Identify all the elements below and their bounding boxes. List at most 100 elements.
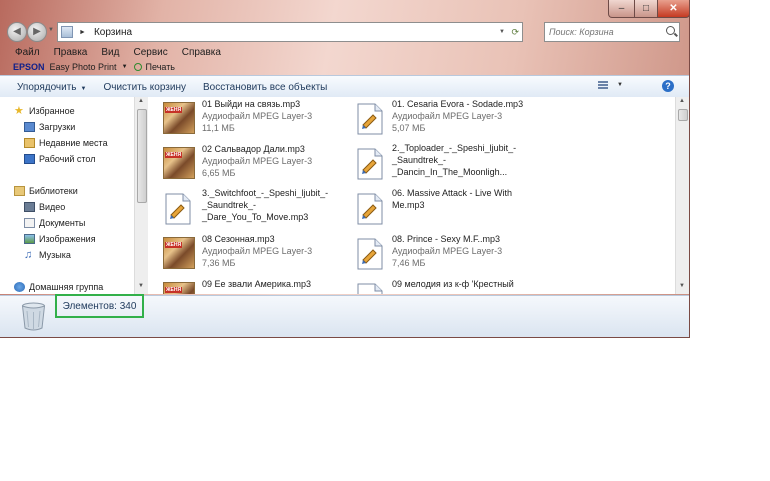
album-art-icon: ЖЕНЯ xyxy=(163,237,195,269)
scroll-down-icon[interactable]: ▼ xyxy=(679,283,685,289)
scrollbar-thumb[interactable] xyxy=(678,109,688,121)
file-name: 09 мелодия из к-ф 'Крестный xyxy=(392,279,514,289)
search-icon[interactable] xyxy=(666,26,675,35)
file-size: 6,65 МБ xyxy=(202,168,236,178)
sidebar-item-video[interactable]: Видео xyxy=(24,199,65,215)
file-name: 01. Cesaria Evora - Sodade.mp3 xyxy=(392,99,524,109)
menu-help[interactable]: Справка xyxy=(182,45,226,60)
file-name: 09 Ее звали Америка.mp3 xyxy=(202,279,311,289)
address-dropdown-icon[interactable]: ▼ xyxy=(499,29,505,35)
sidebar-item-label: Домашняя группа xyxy=(29,282,104,292)
forward-arrow-icon: ▶ xyxy=(33,26,41,37)
print-button[interactable]: Печать xyxy=(146,62,175,72)
audio-file-icon xyxy=(357,103,383,135)
easy-photo-print-button[interactable]: Easy Photo Print xyxy=(50,62,117,72)
sidebar-item-libraries[interactable]: Библиотеки xyxy=(14,183,78,199)
audio-file-icon xyxy=(357,148,383,180)
breadcrumb-recycle-bin[interactable]: Корзина xyxy=(94,27,132,38)
menu-file[interactable]: Файл xyxy=(15,45,45,60)
forward-button[interactable]: ▶ xyxy=(27,22,47,42)
search-box[interactable] xyxy=(544,22,680,42)
change-view-icon[interactable] xyxy=(598,81,608,91)
list-item[interactable]: ЖЕНЯ 01 Выйди на связь.mp3 Аудиофайл MPE… xyxy=(148,97,338,140)
sidebar-item-label: Избранное xyxy=(29,106,75,116)
video-library-icon xyxy=(24,202,35,212)
breadcrumb-separator-icon[interactable]: ► xyxy=(79,29,86,36)
sidebar-item-favorites[interactable]: ★ Избранное xyxy=(14,103,75,119)
pictures-library-icon xyxy=(24,234,35,244)
navigation-pane: ★ Избранное Загрузки Недавние места Рабо… xyxy=(0,97,134,294)
sidebar-item-music[interactable]: ♫ Музыка xyxy=(24,247,71,263)
sidebar-item-downloads[interactable]: Загрузки xyxy=(24,119,75,135)
list-item[interactable]: ЖЕНЯ 02 Сальвадор Дали.mp3 Аудиофайл MPE… xyxy=(148,142,338,185)
restore-all-button[interactable]: Восстановить все объекты xyxy=(203,82,327,93)
navigation-pane-scrollbar[interactable]: ▲ ▼ xyxy=(134,97,148,294)
sidebar-item-label: Загрузки xyxy=(39,122,76,132)
sidebar-item-label: Музыка xyxy=(39,250,71,260)
list-item[interactable]: ЖЕНЯ 08 Сезонная.mp3 Аудиофайл MPEG Laye… xyxy=(148,232,338,275)
views-dropdown-icon[interactable]: ▼ xyxy=(617,82,623,88)
file-type: Аудиофайл MPEG Layer-3 xyxy=(392,111,503,121)
scroll-up-icon[interactable]: ▲ xyxy=(679,98,685,104)
scroll-up-icon[interactable]: ▲ xyxy=(138,98,144,104)
file-list: ЖЕНЯ 01 Выйди на связь.mp3 Аудиофайл MPE… xyxy=(148,97,675,294)
list-item[interactable]: ЖЕНЯ 09 Ее звали Америка.mp3 xyxy=(148,277,338,294)
recycle-bin-small-icon xyxy=(61,26,73,38)
menu-edit[interactable]: Правка xyxy=(54,45,93,60)
sidebar-item-label: Недавние места xyxy=(39,138,108,148)
close-button[interactable]: ✕ xyxy=(657,0,689,18)
file-name: 06. Massive Attack - Live With Me.mp3 xyxy=(392,188,513,210)
menu-bar: Файл Правка Вид Сервис Справка xyxy=(0,45,689,60)
sidebar-item-recent-places[interactable]: Недавние места xyxy=(24,135,108,151)
star-icon: ★ xyxy=(14,105,24,117)
back-button[interactable]: ◀ xyxy=(7,22,27,42)
recent-pages-dropdown-icon[interactable]: ▼ xyxy=(48,27,54,33)
menu-view[interactable]: Вид xyxy=(101,45,124,60)
file-name: 01 Выйди на связь.mp3 xyxy=(202,99,301,109)
file-name: 3._Switchfoot_-_Speshi_ljubit_-_Saundtre… xyxy=(202,188,329,222)
file-size: 5,07 МБ xyxy=(392,123,426,133)
list-item[interactable]: 09 мелодия из к-ф 'Крестный xyxy=(338,277,528,294)
explorer-window: – □ ✕ ◀ ▶ ▼ ► Корзина ▼ ⟳ Файл Правка Ви… xyxy=(0,0,690,338)
file-size: 7,36 МБ xyxy=(202,258,236,268)
file-list-scrollbar[interactable]: ▲ ▼ xyxy=(675,97,689,294)
help-icon[interactable]: ? xyxy=(662,80,674,92)
file-size: 11,1 МБ xyxy=(202,123,235,133)
sidebar-item-homegroup[interactable]: Домашняя группа xyxy=(14,279,103,294)
epson-logo: EPSON xyxy=(13,62,45,72)
back-arrow-icon: ◀ xyxy=(13,26,21,37)
downloads-folder-icon xyxy=(24,122,35,132)
file-type: Аудиофайл MPEG Layer-3 xyxy=(392,246,503,256)
list-item[interactable]: 06. Massive Attack - Live With Me.mp3 xyxy=(338,187,528,230)
refresh-icon[interactable]: ⟳ xyxy=(511,27,519,38)
sidebar-item-pictures[interactable]: Изображения xyxy=(24,231,96,247)
epson-dropdown-icon[interactable]: ▼ xyxy=(122,64,128,70)
sidebar-item-label: Изображения xyxy=(39,234,96,244)
menu-tools[interactable]: Сервис xyxy=(133,45,172,60)
list-item[interactable]: 08. Prince - Sexy M.F..mp3 Аудиофайл MPE… xyxy=(338,232,528,275)
file-name: 08. Prince - Sexy M.F..mp3 xyxy=(392,234,501,244)
album-art-logo: ЖЕНЯ xyxy=(165,107,183,113)
scrollbar-thumb[interactable] xyxy=(137,109,147,203)
sidebar-item-label: Видео xyxy=(39,202,66,212)
chevron-down-icon: ▼ xyxy=(80,85,87,92)
sidebar-item-label: Библиотеки xyxy=(29,186,78,196)
audio-file-icon xyxy=(357,238,383,270)
sidebar-item-label: Рабочий стол xyxy=(39,154,96,164)
file-name: 08 Сезонная.mp3 xyxy=(202,234,275,244)
minimize-button[interactable]: – xyxy=(608,0,635,18)
organize-button[interactable]: Упорядочить ▼ xyxy=(17,82,86,93)
list-item[interactable]: 2._Toploader_-_Speshi_ljubit_-_Saundtrek… xyxy=(338,142,528,185)
sidebar-item-desktop[interactable]: Рабочий стол xyxy=(24,151,96,167)
close-icon: ✕ xyxy=(669,3,678,14)
empty-recycle-bin-button[interactable]: Очистить корзину xyxy=(103,82,186,93)
album-art-icon: ЖЕНЯ xyxy=(163,102,195,134)
search-input[interactable] xyxy=(549,27,659,37)
scroll-down-icon[interactable]: ▼ xyxy=(138,283,144,289)
sidebar-item-documents[interactable]: Документы xyxy=(24,215,85,231)
address-bar[interactable]: ► Корзина ▼ ⟳ xyxy=(57,22,523,42)
file-name: 02 Сальвадор Дали.mp3 xyxy=(202,144,305,154)
list-item[interactable]: 3._Switchfoot_-_Speshi_ljubit_-_Saundtre… xyxy=(148,187,338,230)
list-item[interactable]: 01. Cesaria Evora - Sodade.mp3 Аудиофайл… xyxy=(338,97,528,140)
maximize-button[interactable]: □ xyxy=(634,0,658,18)
